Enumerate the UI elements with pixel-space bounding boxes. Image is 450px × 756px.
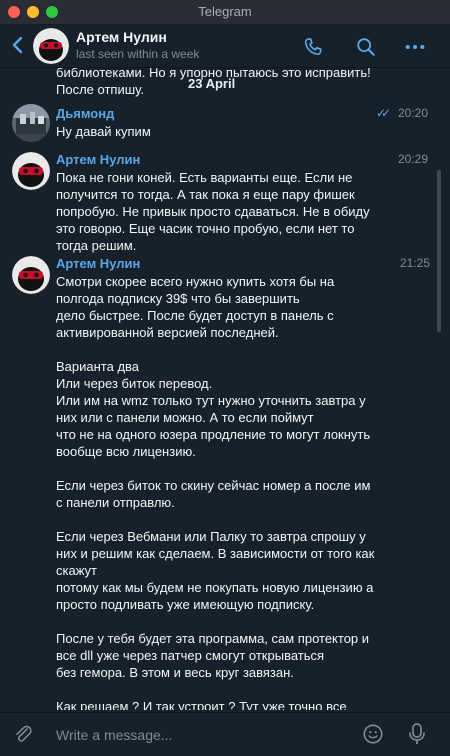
message-line: попробую. Не привык просто сдаваться. Не…	[56, 204, 370, 219]
chat-header: Артем Нулин last seen within a week	[0, 25, 450, 68]
message-line: с панели отправлю.	[56, 495, 175, 510]
message-line: потому как мы будем не покупать новую ли…	[56, 580, 374, 595]
message-text: Смотри скорее всего нужно купить хотя бы…	[56, 273, 374, 710]
contact-status: last seen within a week	[76, 47, 200, 61]
message-list[interactable]: библиотеками. Но я упорно пытаюсь это ис…	[0, 68, 450, 710]
message-line: все dll уже через патчер смогут открыват…	[56, 648, 325, 663]
contact-avatar[interactable]	[33, 28, 69, 64]
message-text: Пока не гони коней. Есть варианты еще. Е…	[56, 169, 370, 254]
message-line: Ну давай купим	[56, 124, 151, 139]
sender-name[interactable]: Артем Нулин	[56, 152, 140, 167]
date-separator: 23 April	[188, 76, 236, 91]
message-line: Смотри скорее всего нужно купить хотя бы…	[56, 274, 335, 289]
message-line: них или с панели можно. А то если поймут	[56, 410, 314, 425]
message-line: активированной версией последней.	[56, 325, 279, 340]
read-checkmarks-icon: ✓✓	[376, 106, 391, 120]
more-options-icon[interactable]	[404, 36, 426, 58]
back-arrow-icon[interactable]	[8, 35, 28, 55]
message-line: тогда решим.	[56, 238, 137, 253]
sender-avatar[interactable]	[12, 104, 50, 142]
message-line: Варианта два	[56, 359, 140, 374]
message-line	[56, 341, 374, 358]
message-line: это говорю. Еще часик точно пробую, если…	[56, 221, 355, 236]
sender-name[interactable]: Артем Нулин	[56, 256, 140, 271]
message-time: 20:20	[398, 106, 429, 120]
search-icon[interactable]	[355, 36, 377, 58]
message-line: что не на одного юзера продление то могу…	[56, 427, 371, 442]
window-title: Telegram	[198, 4, 252, 19]
message-line	[56, 613, 374, 630]
message-line: без гемора. В этом и весь круг завязан.	[56, 665, 294, 680]
message-input[interactable]	[54, 724, 348, 746]
sender-name[interactable]: Дьямонд	[56, 106, 114, 121]
message-line: Как решаем ? И так устроит ? Тут уже точ…	[56, 699, 347, 710]
message-line	[56, 681, 374, 698]
message-line: получится то тогда. А так пока я еще пар…	[56, 187, 355, 202]
emoji-icon[interactable]	[362, 723, 384, 745]
message-line: вообще всю лицензию.	[56, 444, 196, 459]
message-line: После у тебя будет эта программа, сам пр…	[56, 631, 370, 646]
scrollbar-thumb[interactable]	[437, 170, 441, 332]
message-line: дело быстрее. После будет доступ в панел…	[56, 308, 334, 323]
window-titlebar: Telegram	[0, 0, 450, 25]
message-line: Если через Вебмани или Палку то завтра с…	[56, 529, 366, 544]
message-line: просто подливать уже имеющую подписку.	[56, 597, 315, 612]
message-composer	[0, 712, 450, 756]
paperclip-icon[interactable]	[12, 723, 34, 745]
message-line: скажут	[56, 563, 97, 578]
message-line: полгода подписку 39$ что бы завершить	[56, 291, 300, 306]
contact-name[interactable]: Артем Нулин	[76, 29, 167, 45]
message-line: Или через биток перевод.	[56, 376, 213, 391]
microphone-icon[interactable]	[406, 722, 428, 746]
sender-avatar[interactable]	[12, 256, 50, 294]
message-line	[56, 511, 374, 528]
sender-avatar[interactable]	[12, 152, 50, 190]
message-time: 20:29	[398, 152, 429, 166]
message-time: 21:25	[400, 256, 431, 270]
phone-icon[interactable]	[302, 36, 324, 58]
message-line	[56, 460, 374, 477]
message-text: Ну давай купим	[56, 123, 151, 140]
message-line: Пока не гони коней. Есть варианты еще. Е…	[56, 170, 353, 185]
message-line: Если через биток то скину сейчас номер а…	[56, 478, 371, 493]
message-line: Или им на wmz только тут нужно уточнить …	[56, 393, 366, 408]
message-line: них и решим как сделаем. В зависимости о…	[56, 546, 375, 561]
